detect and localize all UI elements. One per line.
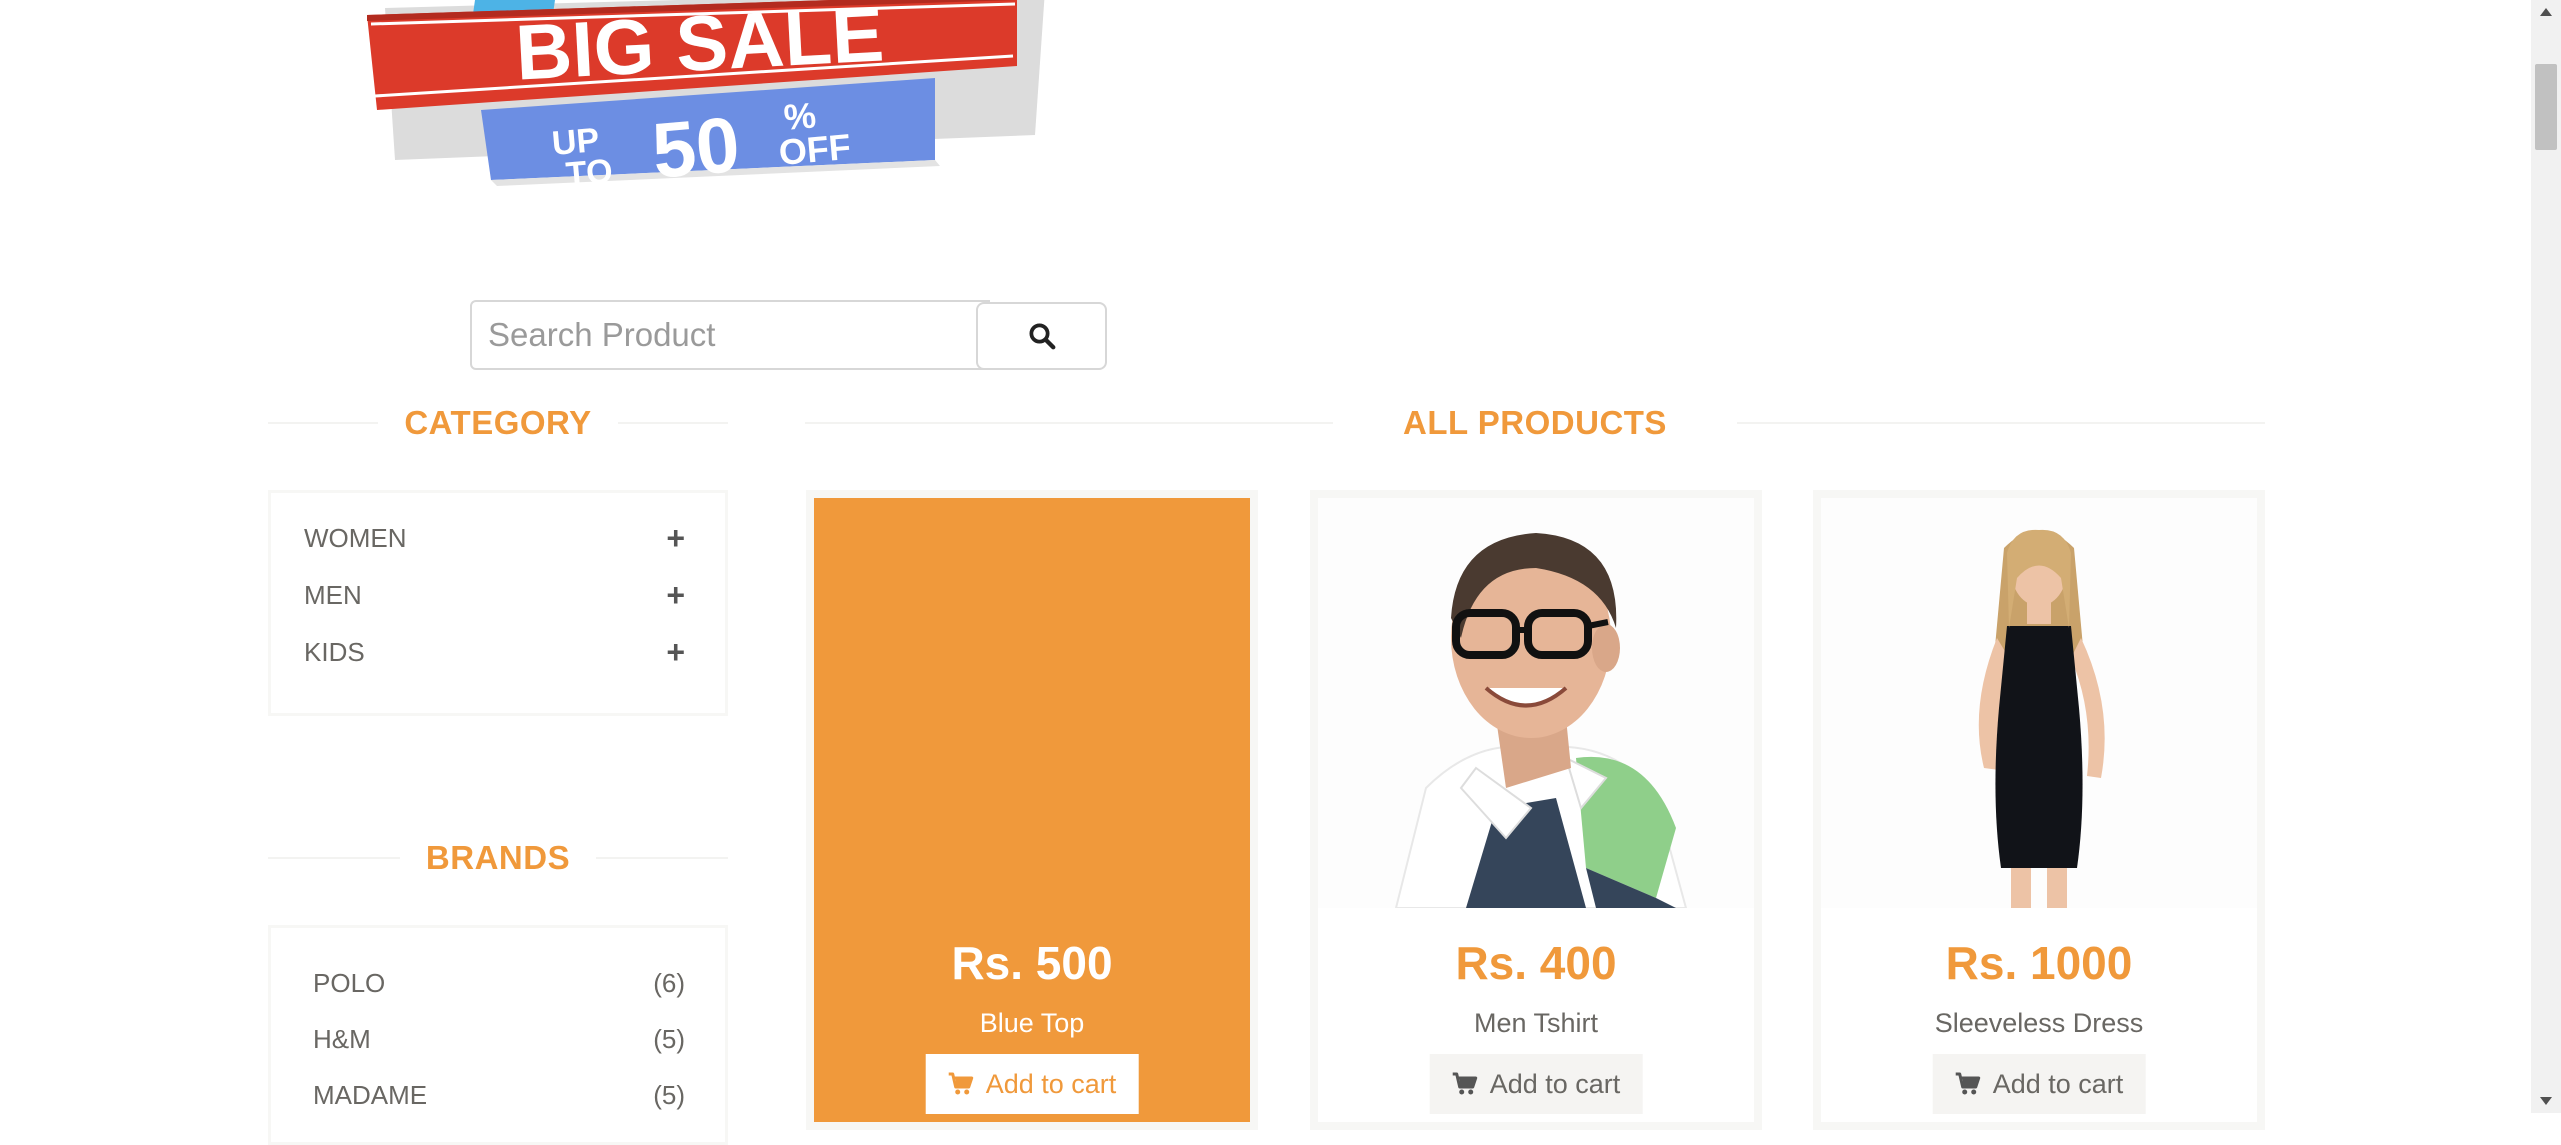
brands-heading: BRANDS xyxy=(268,838,729,878)
scroll-down-arrow-icon[interactable] xyxy=(2531,1089,2561,1113)
search-input[interactable] xyxy=(470,300,990,370)
vertical-scrollbar[interactable] xyxy=(2531,0,2561,1113)
brand-label: H&M xyxy=(313,1023,371,1054)
woman-photo xyxy=(1978,529,2105,908)
shopping-cart-icon xyxy=(1452,1072,1478,1095)
brand-label: POLO xyxy=(313,967,386,998)
scrollbar-thumb[interactable] xyxy=(2535,64,2557,150)
add-to-cart-label: Add to cart xyxy=(1992,1068,2124,1099)
man-photo xyxy=(1394,533,1688,908)
brand-count: (6) xyxy=(653,967,685,998)
product-price: Rs. 500 xyxy=(951,937,1113,989)
category-label: WOMEN xyxy=(304,522,407,553)
shopping-cart-icon xyxy=(948,1072,974,1095)
product-name: Sleeveless Dress xyxy=(1934,1008,2144,1038)
brand-item-hm[interactable]: H&M (5) xyxy=(313,1019,685,1059)
add-to-cart-label: Add to cart xyxy=(985,1068,1117,1099)
brand-count: (5) xyxy=(653,1079,685,1110)
scroll-up-arrow-icon[interactable] xyxy=(2531,0,2561,24)
search-button[interactable] xyxy=(976,302,1107,370)
banner-amount: 50 xyxy=(649,100,743,195)
sale-banner: BIG SALE UP TO 50 % OFF xyxy=(355,0,1055,200)
category-label: MEN xyxy=(304,579,362,610)
product-search xyxy=(470,300,1107,370)
brand-count: (5) xyxy=(653,1023,685,1054)
plus-icon[interactable]: + xyxy=(666,520,685,557)
add-to-cart-button[interactable]: Add to cart xyxy=(1429,1054,1643,1114)
category-panel: WOMEN + MEN + KIDS + xyxy=(268,490,728,716)
product-image xyxy=(1318,498,1754,908)
plus-icon[interactable]: + xyxy=(666,577,685,614)
brands-title: BRANDS xyxy=(425,839,571,876)
add-to-cart-button[interactable]: Add to cart xyxy=(1932,1054,2146,1114)
brand-item-madame[interactable]: MADAME (5) xyxy=(313,1075,685,1115)
category-heading: CATEGORY xyxy=(268,403,728,443)
product-price: Rs. 1000 xyxy=(1945,937,2133,989)
product-card[interactable]: Rs. 400 Men Tshirt Add to cart xyxy=(1310,490,1762,1130)
product-card[interactable]: Rs. 500 Blue Top Add to cart xyxy=(806,490,1258,1130)
category-title: CATEGORY xyxy=(404,404,592,441)
all-products-title: ALL PRODUCTS xyxy=(1403,404,1667,441)
add-to-cart-label: Add to cart xyxy=(1489,1068,1621,1099)
brand-label: MADAME xyxy=(313,1079,428,1110)
category-label: KIDS xyxy=(304,636,365,667)
add-to-cart-button[interactable]: Add to cart xyxy=(925,1054,1139,1114)
banner-to: TO xyxy=(564,152,614,194)
all-products-heading: ALL PRODUCTS xyxy=(805,403,2265,443)
product-card[interactable]: Rs. 1000 Sleeveless Dress Add to cart xyxy=(1813,490,2265,1130)
category-item-kids[interactable]: KIDS + xyxy=(304,632,685,672)
product-name: Men Tshirt xyxy=(1473,1008,1599,1038)
category-item-men[interactable]: MEN + xyxy=(304,575,685,615)
category-item-women[interactable]: WOMEN + xyxy=(304,518,685,558)
search-icon xyxy=(1029,323,1055,350)
product-price: Rs. 400 xyxy=(1455,937,1617,989)
product-image xyxy=(1821,498,2257,908)
brands-panel: POLO (6) H&M (5) MADAME (5) xyxy=(268,925,728,1145)
product-name: Blue Top xyxy=(979,1008,1085,1038)
brand-item-polo[interactable]: POLO (6) xyxy=(313,963,685,1003)
shopping-cart-icon xyxy=(1955,1072,1981,1095)
banner-off: OFF xyxy=(777,126,852,173)
plus-icon[interactable]: + xyxy=(666,634,685,671)
